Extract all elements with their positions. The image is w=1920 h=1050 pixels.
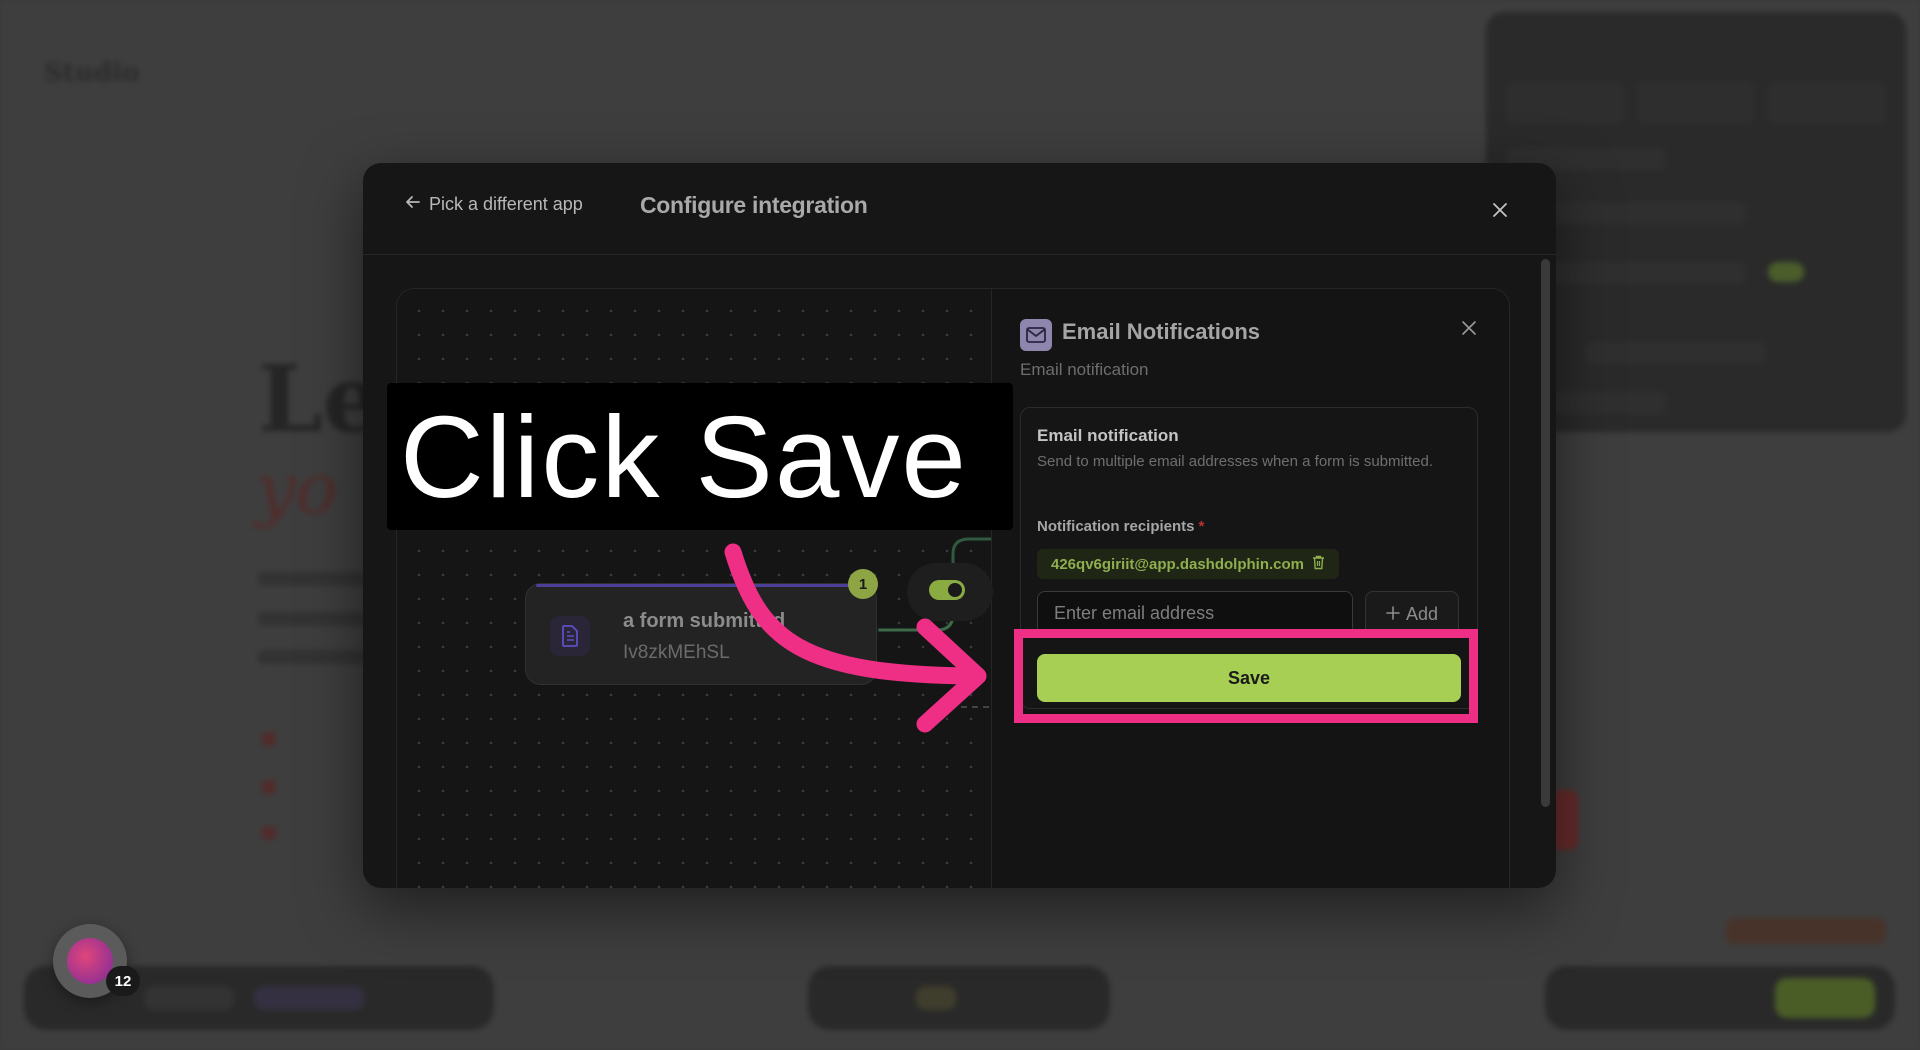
- save-button-highlight: [1014, 629, 1478, 723]
- pointer-arrow: [724, 543, 987, 733]
